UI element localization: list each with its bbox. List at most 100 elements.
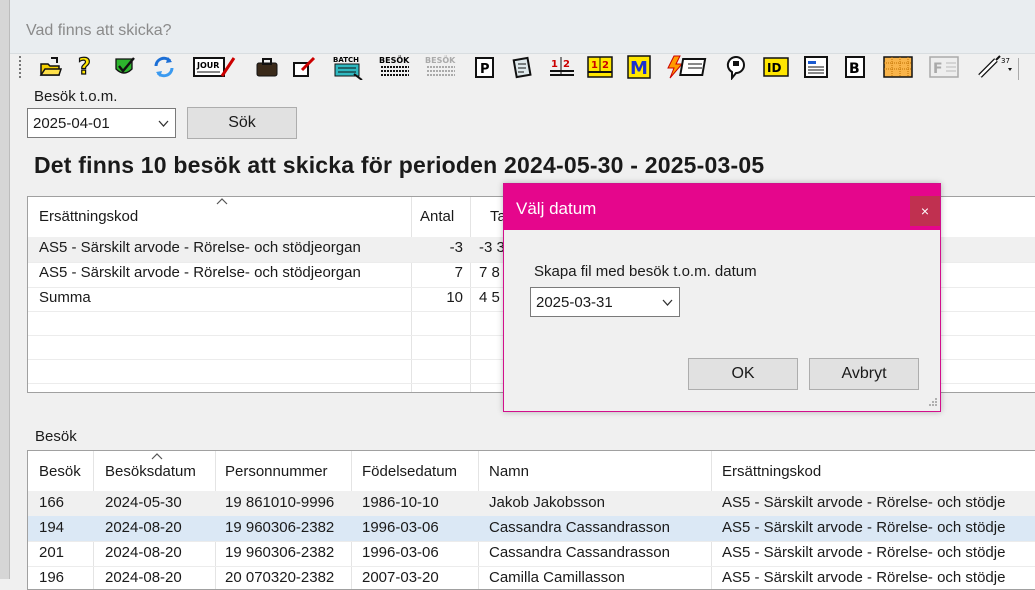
speech-icon[interactable] <box>724 53 750 81</box>
cell-antal: -3 <box>449 239 463 256</box>
cell-besok: 194 <box>39 519 65 536</box>
svg-text:BATCH: BATCH <box>333 56 359 64</box>
cell-ersattningskod: AS5 - Särskilt arvode - Rörelse- och stö… <box>722 519 1006 536</box>
cell-besoksdatum: 2024-08-20 <box>105 569 182 586</box>
cell-ersattningskod: AS5 - Särskilt arvode - Rörelse- och stö… <box>722 544 1006 561</box>
dialog-title-bar[interactable]: Välj datum × <box>504 184 940 230</box>
id-icon[interactable]: ID <box>762 53 790 81</box>
svg-text:2: 2 <box>563 59 570 70</box>
dialog-date-dropdown[interactable]: 2025-03-31 <box>530 287 680 317</box>
chevron-down-icon <box>158 120 169 127</box>
b-document-icon[interactable]: B <box>842 53 868 81</box>
close-icon[interactable]: × <box>910 196 940 226</box>
svg-text:B: B <box>849 61 860 77</box>
besok-disabled-icon: BESÖK <box>424 53 458 81</box>
sort-ascending-icon[interactable] <box>151 453 163 460</box>
column-header-besoksdatum[interactable]: Besöksdatum <box>105 463 196 480</box>
svg-text:37: 37 <box>1001 57 1010 65</box>
cell-besok: 166 <box>39 494 65 511</box>
cell-namn: Jakob Jakobsson <box>489 494 605 511</box>
cell-namn: Cassandra Cassandrasson <box>489 544 670 561</box>
cell-ta: -3 3 <box>479 239 503 256</box>
select-date-dialog: Välj datum × Skapa fil med besök t.o.m. … <box>503 183 941 412</box>
column-header-ersattningskod[interactable]: Ersättningskod <box>39 208 138 225</box>
svg-text:F: F <box>933 61 943 77</box>
cell-besoksdatum: 2024-08-20 <box>105 519 182 536</box>
cell-ersattningskod: AS5 - Särskilt arvode - Rörelse- och stö… <box>722 569 1006 586</box>
page-heading: Det finns 10 besök att skicka för period… <box>34 152 765 178</box>
calendar-12-icon[interactable]: 12 <box>548 53 576 81</box>
batch-icon[interactable]: BATCH <box>332 53 364 81</box>
column-header-besok[interactable]: Besök <box>39 463 81 480</box>
cell-antal: 7 <box>454 264 463 281</box>
toolbar-grip[interactable] <box>19 56 22 78</box>
besok-section-label: Besök <box>35 428 77 445</box>
cell-besok: 196 <box>39 569 65 586</box>
svg-text:?: ? <box>78 55 91 79</box>
cell-ta: 7 8 <box>479 264 500 281</box>
besok-icon[interactable]: BESÖK <box>378 53 412 81</box>
column-header-ersattningskod[interactable]: Ersättningskod <box>722 463 821 480</box>
dialog-title: Välj datum <box>516 199 597 218</box>
svg-text:BESÖK: BESÖK <box>425 55 456 65</box>
cell-fodelsedatum: 2007-03-20 <box>362 569 439 586</box>
cell-besoksdatum: 2024-05-30 <box>105 494 182 511</box>
column-header-fodelsedatum[interactable]: Födelsedatum <box>362 463 457 480</box>
column-header-antal[interactable]: Antal <box>420 208 454 225</box>
svg-text:JOUR: JOUR <box>196 61 219 70</box>
cell-personnummer: 19 960306-2382 <box>225 544 335 561</box>
visits-table[interactable]: Besök Besöksdatum Personnummer Födelseda… <box>27 450 1035 590</box>
f-disabled-icon: F <box>928 53 960 81</box>
svg-text:ID: ID <box>767 61 781 75</box>
date-dropdown-value: 2025-04-01 <box>33 114 110 132</box>
orange-grid-icon[interactable] <box>882 53 914 81</box>
cell-personnummer: 19 861010-9996 <box>225 494 335 511</box>
dialog-date-value: 2025-03-31 <box>536 293 613 311</box>
title-bar: Vad finns att skicka? <box>10 0 1035 54</box>
calendar-12-yellow-icon[interactable]: 12 <box>586 53 614 81</box>
date-dropdown[interactable]: 2025-04-01 <box>27 108 176 138</box>
sort-ascending-icon[interactable] <box>216 198 228 205</box>
column-header-namn[interactable]: Namn <box>489 463 529 480</box>
chevron-down-icon <box>662 299 673 306</box>
svg-text:2: 2 <box>602 60 609 71</box>
cell-ersattningskod: AS5 - Särskilt arvode - Rörelse- och stö… <box>722 494 1006 511</box>
cell-fodelsedatum: 1986-10-10 <box>362 494 439 511</box>
p-document-icon[interactable]: P <box>472 53 498 81</box>
cell-fodelsedatum: 1996-03-06 <box>362 544 439 561</box>
svg-text:P: P <box>480 62 490 77</box>
refresh-icon[interactable] <box>152 53 176 81</box>
cell-personnummer: 19 960306-2382 <box>225 519 335 536</box>
cell-antal: 10 <box>446 289 463 306</box>
cell-kod: AS5 - Särskilt arvode - Rörelse- och stö… <box>39 264 361 281</box>
cell-ta: 4 5 <box>479 289 500 306</box>
cell-kod: Summa <box>39 289 91 306</box>
checkmark-shield-icon[interactable] <box>112 53 138 81</box>
form-icon[interactable] <box>802 53 830 81</box>
lightning-card-icon[interactable] <box>664 53 710 81</box>
search-button[interactable]: Sök <box>187 107 297 139</box>
journal-edit-icon[interactable]: JOUR <box>192 53 236 81</box>
edit-checkbox-icon[interactable] <box>292 53 318 81</box>
cell-besoksdatum: 2024-08-20 <box>105 544 182 561</box>
svg-text:BESÖK: BESÖK <box>379 55 410 65</box>
syringe-icon[interactable]: 37 <box>976 53 1018 81</box>
ok-button[interactable]: OK <box>688 358 798 390</box>
dialog-prompt-label: Skapa fil med besök t.o.m. datum <box>534 263 757 280</box>
window-title: Vad finns att skicka? <box>26 22 172 39</box>
svg-text:1: 1 <box>591 60 598 71</box>
open-folder-icon[interactable] <box>38 53 64 81</box>
briefcase-icon[interactable] <box>254 53 280 81</box>
cell-namn: Cassandra Cassandrasson <box>489 519 670 536</box>
window-border <box>0 0 10 579</box>
column-header-personnummer[interactable]: Personnummer <box>225 463 328 480</box>
notes-icon[interactable] <box>510 53 536 81</box>
svg-text:M: M <box>630 58 648 79</box>
toolbar-separator <box>1018 58 1019 80</box>
help-icon[interactable]: ? <box>74 53 96 81</box>
cancel-button[interactable]: Avbryt <box>809 358 919 390</box>
cell-besok: 201 <box>39 544 65 561</box>
m-icon[interactable]: M <box>626 53 652 81</box>
resize-grip-icon[interactable] <box>926 397 938 409</box>
cell-kod: AS5 - Särskilt arvode - Rörelse- och stö… <box>39 239 361 256</box>
